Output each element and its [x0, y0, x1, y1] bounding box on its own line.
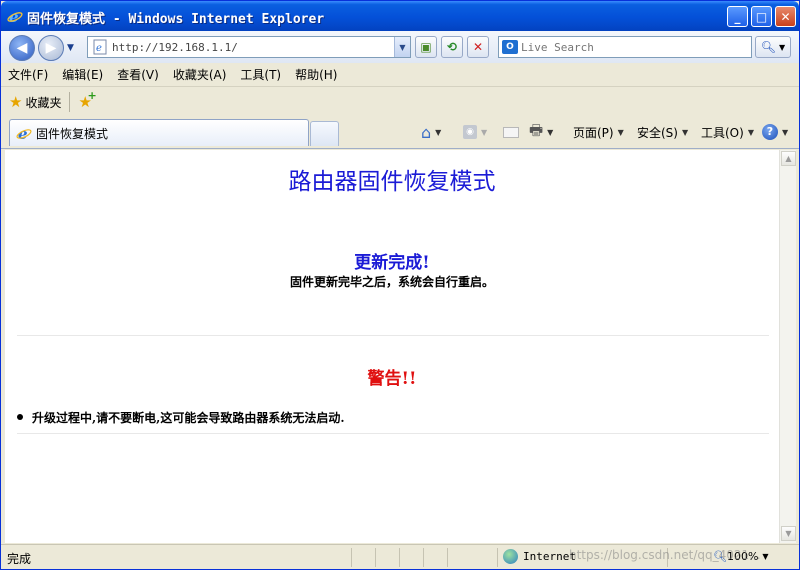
menu-file[interactable]: 文件(F): [8, 66, 48, 83]
zoom-icon: 🔍︎: [713, 550, 727, 563]
ie-logo-icon: e: [7, 8, 23, 24]
page-heading: 路由器固件恢复模式: [288, 169, 496, 195]
close-button[interactable]: ✕: [775, 6, 796, 27]
new-tab-button[interactable]: [310, 121, 339, 146]
menu-favorites[interactable]: 收藏夹(A): [173, 66, 227, 83]
feeds-button[interactable]: ◉ ▼: [463, 120, 487, 144]
read-mail-button[interactable]: [503, 120, 519, 144]
menu-tools[interactable]: 工具(T): [240, 66, 281, 83]
search-input[interactable]: [521, 40, 749, 54]
forward-button[interactable]: ▶: [38, 35, 64, 61]
page-compat-icon: ▣: [420, 40, 432, 54]
tab-title: 固件恢复模式: [36, 126, 109, 141]
favorites-button[interactable]: 收藏夹: [25, 94, 61, 111]
compatibility-button[interactable]: ▣: [415, 36, 437, 58]
menu-help[interactable]: 帮助(H): [295, 66, 337, 83]
mail-icon: [503, 126, 519, 138]
address-input[interactable]: [112, 40, 392, 54]
live-search-icon: O: [502, 40, 518, 54]
favorites-separator: [69, 92, 71, 112]
stop-button[interactable]: ✕: [467, 36, 489, 58]
ie-window: e 固件恢复模式 - Windows Internet Explorer _ □…: [0, 0, 800, 570]
magnifier-icon: 🔍︎: [760, 40, 777, 54]
back-button[interactable]: ◀: [9, 35, 35, 61]
status-heading: 更新完成!: [354, 253, 430, 273]
address-dropdown[interactable]: ▼: [394, 37, 410, 57]
help-menu-button[interactable]: ? ▼: [762, 120, 788, 144]
search-button[interactable]: 🔍︎ ▼: [755, 36, 791, 58]
help-icon: ?: [762, 124, 778, 140]
safety-menu-button[interactable]: 安全(S) ▼: [637, 120, 688, 144]
status-bar: 完成 Internet 🔍︎ 100% ▼: [1, 544, 799, 569]
search-box[interactable]: O: [498, 36, 752, 58]
menu-view[interactable]: 查看(V): [117, 66, 159, 83]
maximize-button[interactable]: □: [751, 6, 772, 27]
status-text: 固件更新完毕之后，系统会自行重启。: [289, 275, 494, 289]
status-panel: [399, 548, 423, 567]
tools-menu-button[interactable]: 工具(O) ▼: [701, 120, 754, 144]
status-panel: [447, 548, 497, 567]
svg-text:e: e: [96, 43, 102, 54]
stop-icon: ✕: [472, 40, 484, 54]
menu-edit[interactable]: 编辑(E): [62, 66, 103, 83]
bullet-icon: [17, 414, 23, 420]
print-button[interactable]: 🖶︎ ▼: [529, 120, 553, 144]
scroll-up-arrow[interactable]: ▲: [781, 151, 796, 166]
status-panel: [351, 548, 375, 567]
minimize-button[interactable]: _: [727, 6, 748, 27]
title-bar[interactable]: e 固件恢复模式 - Windows Internet Explorer _ □…: [1, 1, 799, 31]
divider-bottom: [17, 433, 769, 434]
warning-list-item: 升级过程中,请不要断电,这可能会导致路由器系统无法启动.: [17, 409, 345, 426]
feeds-icon: ◉: [463, 125, 477, 139]
scroll-down-arrow[interactable]: ▼: [781, 526, 796, 541]
favorites-bar: ★ 收藏夹 ★: [1, 88, 799, 116]
globe-icon: [503, 549, 518, 564]
back-arrow-icon: ◀: [16, 40, 28, 56]
divider-top: [17, 335, 769, 336]
menu-bar: 文件(F) 编辑(E) 查看(V) 收藏夹(A) 工具(T) 帮助(H): [1, 63, 799, 87]
tab-current[interactable]: e 固件恢复模式: [9, 119, 309, 146]
add-to-favorites-icon[interactable]: ★: [78, 89, 97, 111]
home-button[interactable]: ⌂ ▼: [421, 120, 441, 144]
address-bar[interactable]: e ▼: [87, 36, 411, 58]
refresh-icon: ⟲: [446, 40, 458, 54]
tab-row: e 固件恢复模式 ⌂ ▼ ◉ ▼ 🖶︎ ▼ 页面(P) ▼ 安全(S) ▼ 工具(O) ▼ …: [1, 116, 799, 149]
favorites-star-icon: ★: [9, 93, 23, 111]
recent-pages-dropdown[interactable]: ▼: [67, 43, 74, 53]
printer-icon: 🖶︎: [529, 120, 544, 139]
status-panel: [375, 548, 399, 567]
status-text-done: 完成: [7, 552, 32, 566]
protected-mode-panel[interactable]: [667, 548, 707, 567]
ie-tab-icon: e: [16, 125, 32, 141]
navigation-bar: ◀ ▶ ▼ e ▼ ▣ ⟲ ✕ O 🔍︎▼: [1, 31, 799, 63]
page-menu-button[interactable]: 页面(P) ▼: [573, 120, 624, 144]
warning-heading: 警告!!: [367, 369, 417, 389]
page-content: 路由器固件恢复模式 更新完成! 固件更新完毕之后，系统会自行重启。 警告!! 升…: [5, 150, 779, 543]
forward-arrow-icon: ▶: [45, 40, 57, 56]
security-zone[interactable]: Internet: [503, 549, 576, 564]
home-icon: ⌂: [421, 122, 432, 142]
refresh-button[interactable]: ⟲: [441, 36, 463, 58]
vertical-scrollbar[interactable]: ▲ ▼: [779, 150, 796, 543]
page-icon: e: [93, 39, 107, 55]
window-title: 固件恢复模式 - Windows Internet Explorer: [27, 12, 325, 27]
zoom-control[interactable]: 🔍︎ 100% ▼: [713, 550, 769, 563]
status-panel: [423, 548, 447, 567]
